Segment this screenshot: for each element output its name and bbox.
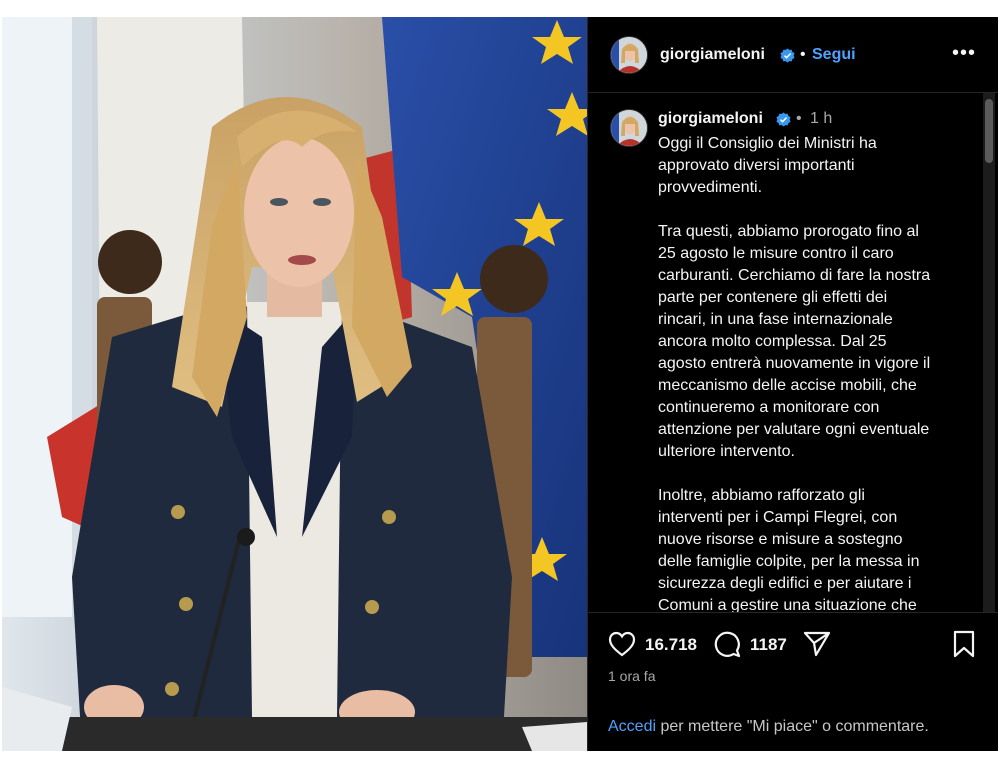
caption-avatar[interactable] xyxy=(610,109,648,147)
caption-separator: • xyxy=(796,110,802,127)
caption-verified-badge-icon xyxy=(776,112,791,127)
bookmark-icon[interactable] xyxy=(952,630,976,658)
heart-icon[interactable] xyxy=(608,631,636,657)
avatar[interactable] xyxy=(610,36,648,74)
post-side-panel: giorgiameloni • Segui ••• giorgiameloni xyxy=(587,17,998,751)
verified-badge-icon xyxy=(780,48,795,63)
comment-bubble-icon[interactable] xyxy=(713,630,741,658)
login-prompt: Accedi per mettere "Mi piace" o commenta… xyxy=(608,718,929,736)
avatar-image xyxy=(611,37,647,73)
like-count[interactable]: 16.718 xyxy=(645,635,697,655)
login-link[interactable]: Accedi xyxy=(608,718,656,735)
comment-count[interactable]: 1187 xyxy=(750,635,787,655)
follow-button[interactable]: Segui xyxy=(812,46,856,64)
more-dots-icon[interactable]: ••• xyxy=(952,42,976,65)
posted-time[interactable]: 1 ora fa xyxy=(608,668,655,684)
caption-username[interactable]: giorgiameloni xyxy=(658,110,763,128)
caption-avatar-image xyxy=(611,110,647,146)
caption-area[interactable]: giorgiameloni • 1 h Oggi il Consiglio de… xyxy=(588,93,998,612)
post-header: giorgiameloni • Segui ••• xyxy=(588,17,998,93)
post-photo-illustration xyxy=(2,17,587,751)
login-prompt-text: per mettere "Mi piace" o commentare. xyxy=(656,718,929,735)
post-actions: 16.718 1187 1 ora fa Accedi per mettere … xyxy=(588,612,998,752)
caption-timestamp[interactable]: 1 h xyxy=(810,110,832,128)
send-icon[interactable] xyxy=(803,631,831,657)
post-photo xyxy=(2,17,587,751)
header-username[interactable]: giorgiameloni xyxy=(660,46,765,64)
header-separator: • xyxy=(800,46,806,63)
caption-scrollbar[interactable] xyxy=(983,93,995,612)
caption-text: Oggi il Consiglio dei Ministri ha approv… xyxy=(658,135,931,612)
instagram-post-frame: giorgiameloni • Segui ••• giorgiameloni xyxy=(2,17,998,751)
scrollbar-thumb[interactable] xyxy=(985,99,993,163)
